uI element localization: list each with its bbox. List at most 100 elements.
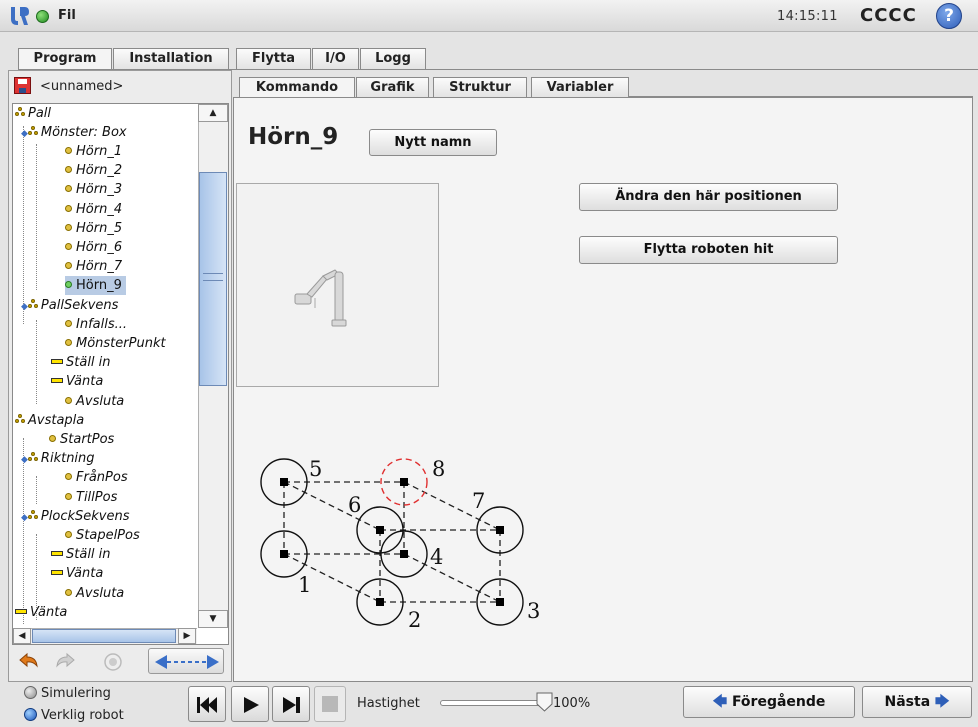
tree-item[interactable]: Avsluta (65, 584, 124, 603)
robot-name: CCCC (860, 5, 917, 26)
tree-item[interactable]: Vänta (51, 372, 103, 391)
collapse-icon: ◆ (21, 302, 28, 312)
tree-item[interactable]: Hörn_4 (65, 200, 122, 219)
file-menu[interactable]: Fil (58, 8, 76, 23)
tree-item-label: Hörn_5 (76, 221, 123, 236)
tab-struktur[interactable]: Struktur (433, 77, 527, 97)
tree-item[interactable]: Hörn_5 (65, 219, 122, 238)
redo-button[interactable] (50, 648, 78, 674)
tab-flytta[interactable]: Flytta (236, 48, 311, 69)
tree-item[interactable]: Pall (15, 104, 51, 123)
move-arrow-icon (155, 655, 219, 669)
real-robot-option[interactable]: Verklig robot (24, 708, 124, 723)
tree-item[interactable]: Avstapla (15, 411, 84, 430)
tree-item-selected[interactable]: Hörn_9 (65, 276, 126, 295)
tree-item[interactable]: StartPos (49, 430, 114, 449)
simulation-option[interactable]: Simulering (24, 686, 111, 701)
scrollbar-thumb[interactable] (199, 172, 227, 386)
corner-label-1: 1 (298, 573, 311, 597)
real-robot-radio-icon (24, 708, 37, 721)
scroll-up-icon[interactable]: ▲ (198, 104, 228, 122)
tree-item[interactable]: Ställ in (51, 353, 111, 372)
redo-icon (56, 652, 75, 668)
wait-icon (51, 378, 63, 383)
move-node-button[interactable] (148, 648, 224, 674)
tree-item[interactable]: Hörn_1 (65, 142, 122, 161)
play-button[interactable] (231, 686, 269, 722)
tree-item[interactable]: ◆ PlockSekvens (21, 507, 129, 526)
tree-item[interactable]: MönsterPunkt (65, 334, 166, 353)
corner-label-5: 5 (309, 457, 322, 481)
simulation-radio-icon (24, 686, 37, 699)
waypoint-icon (65, 205, 72, 212)
scroll-right-icon[interactable]: ▶ (178, 628, 196, 644)
rewind-button[interactable] (188, 686, 226, 722)
tab-logg[interactable]: Logg (360, 48, 426, 69)
speed-value: 100% (553, 696, 591, 711)
pattern-connectors (283, 481, 501, 603)
move-robot-here-button[interactable]: Flytta roboten hit (579, 236, 838, 264)
save-icon[interactable] (14, 77, 31, 94)
tree-item[interactable]: Hörn_7 (65, 257, 122, 276)
suppress-icon (104, 653, 122, 671)
tab-variabler[interactable]: Variabler (531, 77, 629, 97)
tree-item-label: Hörn_2 (76, 163, 123, 178)
tree-item[interactable]: ◆ Mönster: Box (21, 123, 127, 142)
tree-item-label: Ställ in (66, 355, 111, 370)
waypoint-icon (65, 166, 72, 173)
scrollbar-thumb[interactable] (32, 629, 176, 643)
tree-item[interactable]: Vänta (51, 564, 103, 583)
waypoint-icon (65, 397, 72, 404)
tab-io[interactable]: I/O (312, 48, 359, 69)
scroll-down-icon[interactable]: ▼ (198, 610, 228, 628)
program-tree[interactable]: Pall ◆ Mönster: Box Hörn_1 Hörn_2 Hörn_3 … (12, 103, 229, 645)
tree-item[interactable]: TillPos (65, 488, 117, 507)
tree-item[interactable]: Avsluta (65, 392, 124, 411)
tab-program[interactable]: Program (18, 48, 112, 70)
tree-item[interactable]: Hörn_2 (65, 161, 122, 180)
tab-grafik[interactable]: Grafik (356, 77, 429, 97)
speed-slider-handle[interactable] (536, 692, 553, 712)
rename-button[interactable]: Nytt namn (369, 129, 497, 156)
tree-item[interactable]: StapelPos (65, 526, 140, 545)
tree-item[interactable]: Hörn_3 (65, 180, 122, 199)
stop-button[interactable] (314, 686, 346, 722)
speed-slider[interactable] (440, 700, 550, 706)
program-name: <unnamed> (40, 79, 124, 94)
arrow-right-icon: 🡆 (935, 694, 950, 710)
tree-item[interactable]: Vänta (15, 603, 67, 622)
tree-item[interactable]: Hörn_6 (65, 238, 122, 257)
help-icon[interactable]: ? (936, 3, 962, 29)
tree-item-label: Hörn_4 (76, 202, 123, 217)
tree-item-label: StapelPos (76, 528, 140, 543)
waypoint-icon (65, 185, 72, 192)
next-label: Nästa (884, 694, 931, 710)
corner-label-3: 3 (527, 599, 540, 623)
tree-item[interactable]: ◆ Riktning (21, 449, 95, 468)
tree-item-label: Avsluta (76, 394, 125, 409)
step-button[interactable] (272, 686, 310, 722)
tree-item[interactable]: Ställ in (51, 545, 111, 564)
pattern-icon (27, 126, 39, 137)
tab-kommando[interactable]: Kommando (239, 77, 355, 98)
undo-button[interactable] (14, 648, 42, 674)
corner-label-8: 8 (432, 457, 445, 481)
tree-item-label: PlockSekvens (40, 509, 130, 524)
next-button[interactable]: Nästa 🡆 (862, 686, 972, 718)
tree-item[interactable]: FrånPos (65, 468, 128, 487)
scroll-left-icon[interactable]: ◀ (13, 628, 31, 644)
simulation-label: Simulering (41, 686, 111, 701)
waypoint-icon (65, 224, 72, 231)
tree-item-label: Hörn_9 (76, 278, 122, 293)
set-icon (51, 551, 63, 556)
speed-label: Hastighet (357, 696, 420, 711)
previous-button[interactable]: 🡄 Föregående (683, 686, 855, 718)
tab-installation[interactable]: Installation (113, 48, 229, 69)
tree-item[interactable]: ◆ PallSekvens (21, 296, 118, 315)
tree-item[interactable]: Infalls... (65, 315, 127, 334)
waypoint-icon (65, 493, 72, 500)
suppress-button[interactable] (98, 648, 126, 674)
change-position-button[interactable]: Ändra den här positionen (579, 183, 838, 211)
waypoint-icon (65, 281, 72, 288)
skip-back-icon (197, 697, 217, 713)
